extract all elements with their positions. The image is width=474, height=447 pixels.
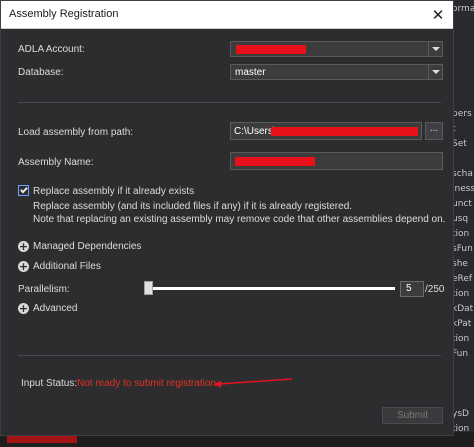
background-text-fragment: tion (452, 289, 470, 299)
background-text-fragment: pers (452, 109, 472, 119)
replace-note-1: Replace assembly (and its included files… (33, 201, 353, 212)
replace-checkbox[interactable] (18, 185, 29, 196)
annotation-arrow (213, 378, 293, 388)
parallelism-slider-track[interactable] (144, 287, 395, 290)
background-text-fragment: kDat (452, 304, 474, 314)
submit-button[interactable]: Submit (382, 407, 443, 424)
database-label: Database: (18, 67, 64, 78)
input-status-value: Not ready to submit registration (77, 378, 216, 389)
load-path-value: C:\Users\ (234, 126, 276, 137)
background-text-fragment: Set (452, 139, 467, 149)
chevron-down-icon (431, 47, 440, 51)
parallelism-max: /250 (425, 284, 445, 295)
assembly-name-label: Assembly Name: (18, 157, 94, 168)
background-text-fragment: ysD (452, 409, 469, 419)
assembly-name-input[interactable] (230, 152, 443, 170)
managed-dependencies-expander[interactable]: + Managed Dependencies (18, 241, 141, 252)
database-dropdown-arrow[interactable] (428, 65, 442, 79)
redacted-path (271, 127, 418, 136)
background-text-fragment: tion (452, 229, 470, 239)
advanced-label: Advanced (33, 303, 78, 314)
managed-dependencies-label: Managed Dependencies (33, 241, 142, 252)
annotation-arrow-shaft (218, 378, 293, 385)
annotation-arrow-head (213, 380, 221, 388)
close-icon: ✕ (431, 6, 445, 24)
adla-account-label: ADLA Account: (18, 44, 85, 55)
title-bar: Assembly Registration ✕ (1, 1, 453, 29)
adla-account-dropdown-arrow[interactable] (428, 42, 442, 56)
background-text-fragment: Fun (452, 349, 469, 359)
adla-account-dropdown[interactable] (230, 41, 443, 57)
plus-circle-icon: + (18, 302, 29, 315)
chevron-down-icon (431, 70, 440, 74)
replace-note-2: Note that replacing an existing assembly… (33, 214, 446, 225)
load-path-label: Load assembly from path: (18, 127, 134, 138)
checkmark-icon (20, 185, 28, 194)
assembly-registration-dialog: Assembly Registration ✕ ADLA Account: Da… (0, 0, 454, 436)
additional-files-label: Additional Files (33, 261, 101, 272)
plus-circle-icon: + (18, 260, 29, 273)
additional-files-expander[interactable]: + Additional Files (18, 261, 101, 272)
section-divider (18, 102, 441, 103)
browse-button[interactable]: ... (425, 122, 443, 140)
dialog-title: Assembly Registration (9, 8, 119, 20)
replace-label: Replace assembly if it already exists (33, 186, 195, 197)
close-button[interactable]: ✕ (423, 1, 453, 28)
background-text-fragment: ormat (452, 4, 474, 14)
background-text-fragment: usq (452, 214, 469, 224)
redacted-account-value (236, 45, 306, 54)
background-text-fragment: eRef (452, 274, 473, 284)
advanced-expander[interactable]: + Advanced (18, 303, 77, 314)
background-text-fragment: kPat (452, 319, 472, 329)
background-text-fragment: tion (452, 334, 470, 344)
section-divider (18, 355, 441, 356)
background-text-fragment: scha (452, 169, 473, 179)
parallelism-slider-thumb[interactable] (144, 281, 153, 295)
background-text-fragment: unct (452, 199, 472, 209)
redacted-assembly-name (235, 157, 315, 166)
background-text-fragment: she (452, 259, 468, 269)
load-path-input[interactable]: C:\Users\ (230, 122, 422, 140)
plus-circle-icon: + (18, 240, 29, 253)
input-status-label: Input Status: (21, 378, 78, 389)
parallelism-label: Parallelism: (18, 284, 70, 295)
database-value: master (235, 67, 266, 78)
background-text-fragment: iness (452, 184, 474, 194)
parallelism-input[interactable]: 5 (400, 281, 424, 297)
database-dropdown[interactable]: master (230, 64, 443, 80)
background-text-fragment: sFun (452, 244, 473, 254)
